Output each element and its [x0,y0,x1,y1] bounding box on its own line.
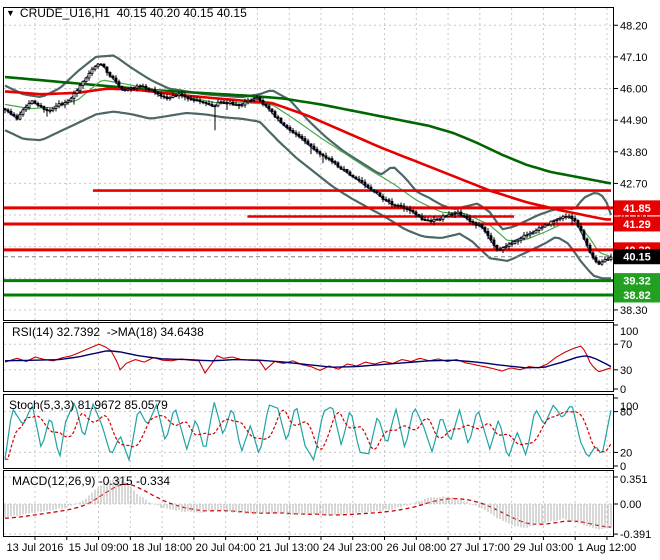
date-label: 18 Jul 18:00 [132,542,192,554]
macd-tick-label: 0.351 [620,474,648,486]
price-badge-label: 40.15 [623,252,651,264]
ma-light-green-line [4,79,612,258]
rsi-indicator-label: RSI(14) 32.7392 ->MA(18) 34.6438 [12,325,204,339]
price-tick-label: 48.20 [620,20,648,32]
ma-red-mid-line [4,87,611,221]
rsi-ma-line [4,350,612,369]
price-badge-label: 38.82 [623,290,651,302]
chart-header: ▼ CRUDE_U16,H1 40.15 40.20 40.15 40.15 [6,6,247,20]
rsi-tick-label: 100 [620,326,638,338]
stoch-tick-label: 20 [620,447,632,459]
price-tick-label: 47.10 [620,52,648,64]
date-label: 20 Jul 04:00 [196,542,256,554]
candlestick-series [3,63,613,266]
macd-indicator-label: MACD(12,26,9) -0.315 -0.334 [12,474,171,488]
bollinger-lower-band [4,110,611,280]
mt4-chart-window: 48.20 47.10 46.00 44.90 43.80 42.70 41.60 38.30… [0,0,660,560]
stoch-d-line [5,409,612,460]
chart-title: CRUDE_U16,H1 40.15 40.20 40.15 40.15 [19,6,247,20]
date-label: 15 Jul 09:00 [69,542,129,554]
date-label: 29 Jul 03:00 [513,542,573,554]
date-label: 1 Aug 12:00 [578,542,637,554]
rsi-tick-label: 30 [620,365,632,377]
date-label: 27 Jul 17:00 [450,542,510,554]
price-tick-label: 38.30 [620,305,648,317]
price-badge-label: 41.29 [623,219,651,231]
rsi-tick-label: 70 [620,339,632,351]
stoch-tick-label: 80 [620,407,632,419]
date-label: 26 Jul 08:00 [386,542,446,554]
date-label: 13 Jul 2016 [7,542,64,554]
price-tick-label: 42.70 [620,178,648,190]
rsi-tick-label: 0 [620,384,626,396]
price-badge-label: 39.32 [623,276,651,288]
date-label: 21 Jul 13:00 [259,542,319,554]
symbol-dropdown-icon[interactable]: ▼ [6,8,15,18]
macd-tick-label: -0.391 [620,529,651,541]
date-label: 24 Jul 23:00 [323,542,383,554]
rsi-line [4,343,612,375]
price-tick-label: 43.80 [620,147,648,159]
stoch-indicator-label: Stoch(5,3,3) 81.9672 85.0579 [9,398,168,412]
stoch-tick-label: 0 [620,461,626,473]
price-tick-label: 46.00 [620,84,648,96]
price-badge-label: 41.85 [623,203,651,215]
macd-tick-label: 0.00 [620,499,641,511]
price-tick-label: 44.90 [620,115,648,127]
ma-blue-fast-line [4,64,612,265]
